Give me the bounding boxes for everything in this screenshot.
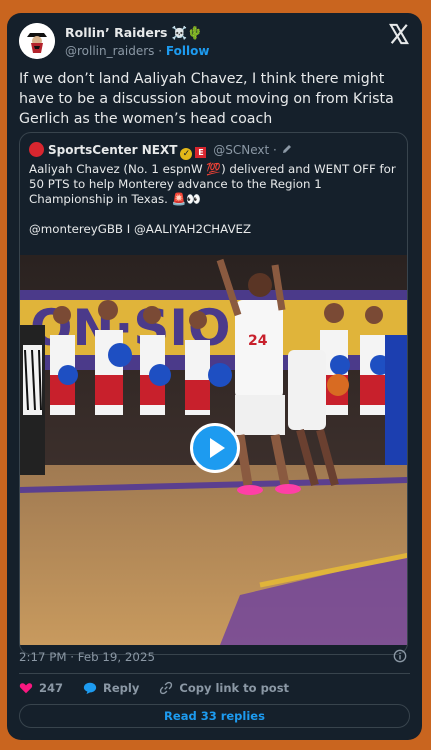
quoted-post-header: SportsCenter NEXT ✓ E @SCNext · (29, 142, 398, 160)
verified-icon: ✓ (180, 148, 193, 160)
author-display-name[interactable]: Rollin’ Raiders ☠️🌵 (65, 25, 209, 41)
video-player[interactable]: ON·SION 24 (20, 255, 407, 645)
reply-label: Reply (103, 681, 140, 695)
quoted-post-text: Aaliyah Chavez (No. 1 espnW 💯) delivered… (29, 162, 396, 236)
author-avatar[interactable] (19, 23, 55, 59)
copy-link-label: Copy link to post (179, 681, 290, 695)
post-timestamp[interactable]: 2:17 PM · Feb 19, 2025 (19, 650, 155, 664)
pencil-icon (282, 145, 291, 153)
like-button[interactable]: 247 (19, 681, 63, 695)
divider (19, 673, 410, 674)
play-button[interactable] (190, 423, 240, 473)
author-handle-line: @rollin_raiders · Follow (65, 44, 209, 58)
like-count: 247 (39, 681, 64, 695)
reply-icon (83, 682, 97, 695)
quoted-author-name[interactable]: SportsCenter NEXT (48, 143, 177, 157)
post-text: If we don’t land Aaliyah Chavez, I think… (19, 71, 394, 127)
read-replies-button[interactable]: Read 33 replies (19, 704, 410, 728)
quoted-post[interactable]: SportsCenter NEXT ✓ E @SCNext · Aaliyah Ch… (19, 132, 408, 655)
x-logo-icon[interactable] (388, 23, 410, 45)
embedded-post-card: Rollin’ Raiders ☠️🌵 @rollin_raiders · Fo… (7, 13, 422, 740)
separator-dot: · (273, 143, 277, 157)
heart-icon (19, 683, 33, 694)
link-icon (160, 681, 173, 695)
post-header: Rollin’ Raiders ☠️🌵 @rollin_raiders · Fo… (19, 23, 410, 63)
author-handle[interactable]: @rollin_raiders (65, 44, 154, 58)
author-info: Rollin’ Raiders ☠️🌵 @rollin_raiders · Fo… (65, 25, 209, 58)
info-icon[interactable] (393, 649, 407, 663)
espn-icon: E (195, 147, 207, 158)
play-icon (210, 438, 225, 458)
follow-button[interactable]: Follow (166, 44, 210, 58)
svg-text:24: 24 (248, 333, 268, 349)
reply-button[interactable]: Reply (83, 681, 139, 695)
copy-link-button[interactable]: Copy link to post (159, 681, 289, 695)
quoted-author-handle[interactable]: @SCNext (213, 143, 269, 157)
raider-avatar-icon (19, 23, 55, 59)
separator-dot: · (158, 44, 163, 58)
post-actions: 247 Reply Copy link to post (19, 681, 305, 699)
quoted-author-avatar[interactable] (29, 142, 44, 157)
